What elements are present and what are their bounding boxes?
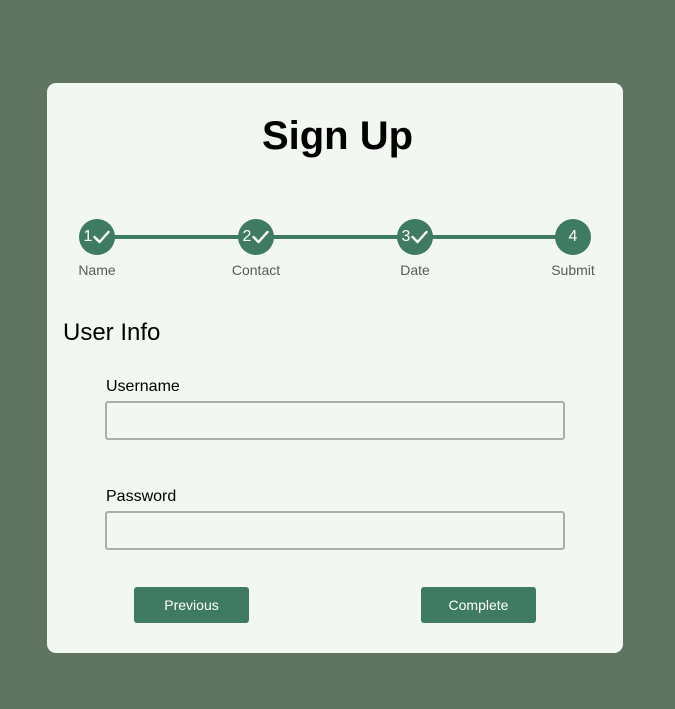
step-1-indicator: 1 bbox=[79, 219, 115, 255]
progress-track bbox=[97, 235, 573, 239]
step-3-label: Date bbox=[400, 262, 430, 278]
previous-button[interactable]: Previous bbox=[134, 587, 249, 623]
username-label: Username bbox=[106, 378, 180, 395]
checkmark-icon bbox=[411, 230, 429, 244]
signup-card bbox=[47, 83, 623, 653]
step-3-indicator: 3 bbox=[397, 219, 433, 255]
step-2-label: Contact bbox=[231, 262, 281, 278]
step-4-label: Submit bbox=[551, 262, 595, 278]
page-title: Sign Up bbox=[261, 114, 414, 158]
step-number: 1 bbox=[83, 228, 93, 245]
section-title: User Info bbox=[63, 319, 161, 346]
password-input[interactable] bbox=[105, 511, 565, 550]
step-4-indicator: 4 bbox=[555, 219, 591, 255]
step-number: 4 bbox=[568, 228, 578, 245]
checkmark-icon bbox=[93, 230, 111, 244]
step-2-indicator: 2 bbox=[238, 219, 274, 255]
complete-button[interactable]: Complete bbox=[421, 587, 536, 623]
step-1-label: Name bbox=[78, 262, 116, 278]
checkmark-icon bbox=[252, 230, 270, 244]
step-number: 3 bbox=[401, 228, 411, 245]
username-input[interactable] bbox=[105, 401, 565, 440]
password-label: Password bbox=[106, 488, 177, 505]
step-number: 2 bbox=[242, 228, 252, 245]
